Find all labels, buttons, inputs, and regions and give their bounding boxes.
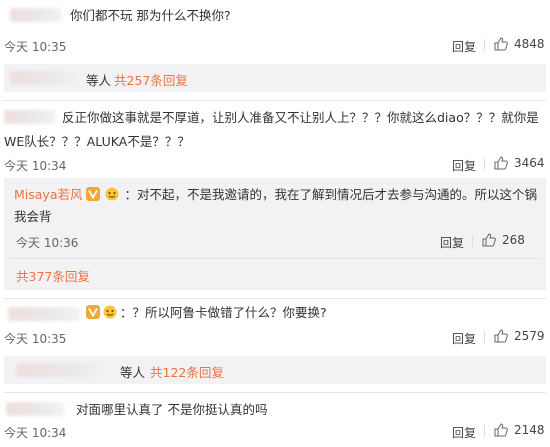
like-count: 4848	[514, 37, 545, 51]
reply-button[interactable]: 回复	[452, 424, 476, 441]
divider	[484, 39, 485, 51]
comment-time: 今天 10:34	[4, 159, 67, 173]
divider	[4, 392, 546, 393]
like-button[interactable]: 3464	[494, 156, 545, 170]
like-count: 268	[502, 233, 525, 247]
thumb-up-icon	[494, 423, 508, 437]
reply-button[interactable]: 回复	[440, 234, 464, 251]
thumb-up-icon	[494, 37, 508, 51]
sub-reply-header: Misaya若风 ：对不起，不是我邀请的，我在了解到情况后才去参与沟通的。所以这…	[14, 184, 537, 206]
summary-suffix: 等人	[120, 365, 146, 380]
divider	[484, 158, 485, 170]
sub-reply-box: Misaya若风 ：对不起，不是我邀请的，我在了解到情况后才去参与沟通的。所以这…	[4, 178, 546, 290]
like-button[interactable]: 4848	[494, 37, 545, 51]
like-button[interactable]: 2148	[494, 423, 545, 437]
sub-reply-text-line2: 我会背	[14, 209, 52, 224]
comment-thread: 你们都不玩 那为什么不换你? 今天 10:35 回复 4848 等人 共257条…	[0, 0, 550, 447]
summary-suffix: 等人	[86, 73, 112, 88]
reply-button[interactable]: 回复	[452, 38, 476, 55]
sub-reply-text-line1: ：对不起，不是我邀请的，我在了解到情况后才去参与沟通的。所以这个锅	[124, 187, 537, 202]
like-count: 2148	[514, 423, 545, 437]
vip-badge-icon	[86, 187, 101, 201]
sub-reply-time: 今天 10:36	[16, 236, 79, 250]
divider	[4, 298, 546, 299]
thumb-up-icon	[494, 156, 508, 170]
emoji-icon	[103, 305, 117, 319]
like-count: 3464	[514, 156, 545, 170]
blurred-usernames	[10, 71, 82, 85]
comment-time: 今天 10:35	[4, 40, 67, 54]
divider	[4, 100, 546, 101]
emoji-icon	[105, 187, 119, 201]
divider	[472, 235, 473, 247]
blurred-username	[4, 110, 56, 124]
divider	[484, 425, 485, 437]
comment-text-line2: WE队长？？？ALUKA不是？？？	[4, 134, 190, 149]
blurred-username	[6, 402, 64, 416]
sub-reply-username[interactable]: Misaya若风	[14, 187, 83, 202]
comment-text: 你们都不玩 那为什么不换你?	[70, 8, 231, 23]
divider	[484, 331, 485, 343]
comment-time: 今天 10:34	[4, 426, 67, 440]
like-button[interactable]: 268	[482, 233, 525, 247]
blurred-username	[8, 307, 80, 321]
reply-count-link[interactable]: 共257条回复	[114, 70, 188, 89]
vip-badge-icon	[86, 305, 100, 319]
total-replies-link[interactable]: 共377条回复	[16, 266, 90, 285]
thumb-up-icon	[494, 329, 508, 343]
reply-summary[interactable]: 等人 共257条回复	[4, 64, 546, 92]
divider	[10, 258, 540, 259]
blurred-username	[10, 8, 62, 22]
comment-text: ：？所以阿鲁卡做错了什么？你要换?	[120, 305, 327, 320]
comment-time: 今天 10:35	[4, 332, 67, 346]
comment-text-line1: 反正你做这事就是不厚道，让别人准备又不让别人上？？？你就这么diao？？？就你是	[62, 110, 539, 125]
like-button[interactable]: 2579	[494, 329, 545, 343]
thumb-up-icon	[482, 233, 496, 247]
reply-button[interactable]: 回复	[452, 157, 476, 174]
reply-count-link[interactable]: 共122条回复	[150, 362, 224, 381]
blurred-usernames	[16, 363, 114, 377]
reply-summary[interactable]: 等人 共122条回复	[4, 356, 546, 384]
comment-text: 对面哪里认真了 不是你挺认真的吗	[76, 402, 268, 417]
reply-button[interactable]: 回复	[452, 330, 476, 347]
like-count: 2579	[514, 329, 545, 343]
